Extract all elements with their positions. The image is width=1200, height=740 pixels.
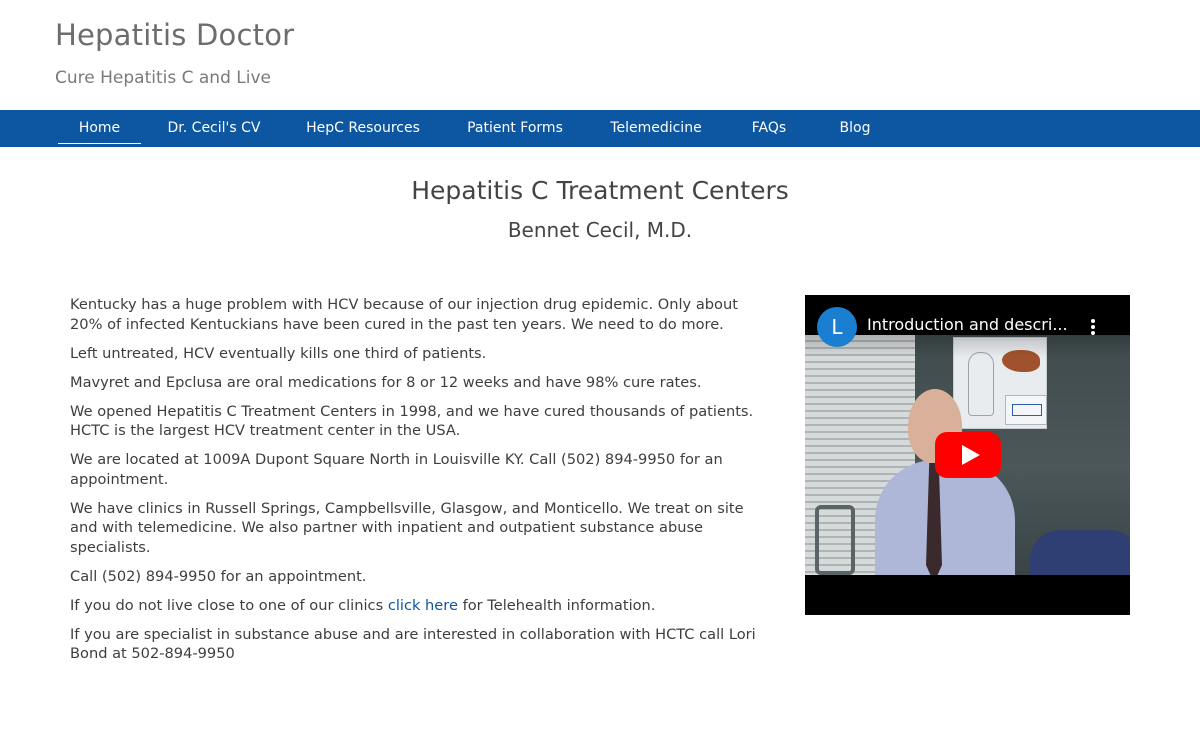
video-title[interactable]: Introduction and descri... [867, 315, 1077, 334]
chair [1030, 530, 1130, 575]
nav-item-cv[interactable]: Dr. Cecil's CV [161, 110, 267, 147]
site-header: Hepatitis Doctor Cure Hepatitis C and Li… [55, 18, 294, 88]
telehealth-paragraph: If you do not live close to one of our c… [70, 596, 770, 616]
main-nav: Home Dr. Cecil's CV HepC Resources Patie… [0, 110, 1200, 147]
channel-avatar[interactable]: L [817, 307, 857, 347]
main-content: Kentucky has a huge problem with HCV bec… [70, 295, 770, 673]
page-subtitle: Bennet Cecil, M.D. [507, 218, 693, 242]
paragraph: Call (502) 894-9950 for an appointment. [70, 567, 367, 585]
site-tagline: Cure Hepatitis C and Live [55, 68, 271, 88]
nav-item-blog[interactable]: Blog [830, 110, 880, 147]
paragraph: Left untreated, HCV eventually kills one… [70, 344, 487, 362]
nav-item-patient-forms[interactable]: Patient Forms [460, 110, 570, 147]
nav-item-home[interactable]: Home [58, 110, 141, 147]
chair [815, 505, 855, 575]
video-topbar: L Introduction and descri... [805, 295, 1130, 357]
nav-item-hepc-resources[interactable]: HepC Resources [298, 110, 428, 147]
telehealth-text-before: If you do not live close to one of our c… [70, 596, 388, 614]
nav-item-telemedicine[interactable]: Telemedicine [603, 110, 709, 147]
site-title[interactable]: Hepatitis Doctor [55, 18, 294, 52]
telehealth-text-after: for Telehealth information. [457, 596, 656, 614]
paragraph: We opened Hepatitis C Treatment Centers … [70, 402, 754, 440]
paragraph: We have clinics in Russell Springs, Camp… [70, 499, 744, 556]
more-vert-icon[interactable] [1087, 317, 1099, 339]
telehealth-link[interactable]: click here [388, 597, 458, 614]
video-player[interactable]: L Introduction and descri... [805, 295, 1130, 615]
page-title: Hepatitis C Treatment Centers [411, 176, 789, 205]
paragraph: Kentucky has a huge problem with HCV bec… [70, 296, 738, 333]
paragraph: We are located at 1009A Dupont Square No… [70, 451, 723, 488]
nav-item-faqs[interactable]: FAQs [742, 110, 796, 147]
play-icon[interactable] [935, 432, 1001, 478]
wall-chart [1005, 395, 1047, 425]
paragraph: Mavyret and Epclusa are oral medications… [70, 373, 702, 391]
collaboration-paragraph: If you are specialist in substance abuse… [70, 625, 756, 663]
